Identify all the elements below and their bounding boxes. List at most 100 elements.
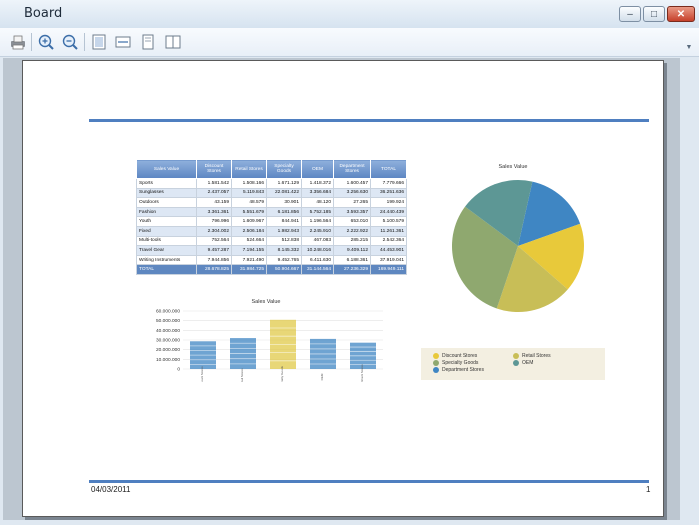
table-cell: 524.664 — [231, 235, 267, 247]
y-tick-label: 20.000.000 — [156, 347, 180, 353]
table-row: Travel Gear 9.457.287 7.194.155 8.145.332 10… — [136, 245, 407, 256]
legend-label: Retail Stores — [522, 353, 551, 359]
maximize-icon: □ — [650, 8, 658, 20]
table-cell: 512.838 — [266, 235, 302, 247]
table-cell: 36.251.636 — [370, 187, 407, 199]
footer-date: 04/03/2011 — [91, 485, 131, 494]
table-cell: 844.941 — [266, 216, 302, 227]
window-title: Board — [24, 6, 63, 21]
table-cell: 2.542.364 — [370, 235, 407, 247]
table-row: Sports 1.581.542 1.508.166 1.671.129 1.418.3… — [136, 178, 407, 189]
table-cell: 796.996 — [196, 216, 232, 227]
zoom-out-icon — [62, 34, 78, 50]
y-tick-label: 40.000.000 — [156, 328, 180, 334]
two-page-button[interactable] — [163, 32, 183, 52]
table-cell: 9.457.287 — [196, 245, 232, 256]
table-cell: 8.145.332 — [266, 245, 302, 256]
scroll-down-arrow-icon[interactable]: ▼ — [684, 44, 694, 54]
print-icon — [11, 35, 25, 50]
zoom-out-button[interactable] — [60, 32, 80, 52]
row-label: Fixed — [136, 225, 197, 237]
table-cell: 43.159 — [196, 197, 232, 208]
y-tick-label: 0 — [177, 367, 180, 373]
x-tick-label: Department Stores — [360, 364, 364, 382]
pie-chart-title: Sales Value — [498, 164, 528, 170]
table-cell: 37.919.041 — [370, 254, 407, 266]
row-label: Writing Instruments — [136, 254, 197, 266]
legend-item: Specialty Goods — [433, 360, 478, 366]
maximize-button[interactable]: □ — [643, 6, 665, 22]
row-label: Travel Gear — [136, 245, 197, 256]
one-page-icon — [142, 34, 154, 50]
table-cell: 48.120 — [301, 197, 334, 208]
table-cell: 5.752.185 — [301, 206, 334, 218]
report-page: Sales Value Discount Stores Retail Store… — [22, 60, 664, 517]
table-cell: 1.982.943 — [266, 225, 302, 237]
table-cell: 3.256.630 — [333, 187, 371, 199]
close-icon: ✕ — [676, 8, 686, 20]
table-cell: 285.215 — [333, 235, 371, 247]
table-cell: 6.181.856 — [266, 206, 302, 218]
close-button[interactable]: ✕ — [667, 6, 695, 22]
table-cell: 11.261.361 — [370, 225, 407, 237]
y-tick-label: 30.000.000 — [156, 338, 180, 344]
table-cell: 2.506.184 — [231, 225, 267, 237]
legend-label: OEM — [522, 360, 534, 366]
legend-label: Specialty Goods — [442, 360, 479, 366]
table-row: Youth 796.996 1.609.967 844.941 1.196.564 653… — [136, 216, 407, 227]
table-cell: 31.144.564 — [301, 264, 334, 275]
toolbar-separator — [31, 33, 32, 51]
table-cell: 1.671.129 — [266, 178, 302, 189]
sales-table: Sales Value Discount Stores Retail Store… — [136, 159, 407, 275]
table-cell: 5.100.579 — [370, 216, 407, 227]
legend-swatch — [513, 353, 519, 359]
table-cell: 1.418.372 — [301, 178, 334, 189]
table-cell: 5.551.679 — [231, 206, 267, 218]
table-cell: 3.356.684 — [301, 187, 334, 199]
table-cell: 199.924 — [370, 197, 407, 208]
pie-chart — [452, 180, 584, 312]
table-cell: 27.265 — [333, 197, 371, 208]
table-cell: 7.944.856 — [196, 254, 232, 266]
table-header-row: Sales Value Discount Stores Retail Store… — [136, 159, 407, 179]
table-row: Multi-tools 752.564 524.664 512.838 467.083 2… — [136, 235, 407, 247]
table-cell: 50.904.667 — [266, 264, 302, 275]
row-label: Fashion — [136, 206, 197, 218]
legend-swatch — [433, 367, 439, 373]
print-button[interactable] — [8, 32, 28, 52]
chart-legend: Discount Stores Retail Stores Specialty … — [421, 348, 605, 380]
table-cell: 1.581.542 — [196, 178, 232, 189]
table-row: Fixed 2.304.002 2.506.184 1.982.943 2.245.91… — [136, 225, 407, 237]
legend-item: OEM — [513, 360, 533, 366]
row-label: Sunglasses — [136, 187, 197, 199]
two-page-icon — [165, 35, 181, 49]
toolbar — [0, 28, 699, 57]
fit-page-button[interactable] — [89, 32, 109, 52]
legend-item: Retail Stores — [513, 353, 551, 359]
table-row: Fashion 3.361.361 5.551.679 6.181.856 5.752.… — [136, 206, 407, 218]
legend-swatch — [433, 360, 439, 366]
row-label: Youth — [136, 216, 197, 227]
bar-chart-title: Sales Value — [251, 299, 281, 305]
column-header: Department Stores — [333, 159, 371, 179]
table-cell: 6.188.361 — [333, 254, 371, 266]
table-cell: 2.222.922 — [333, 225, 371, 237]
table-cell: 44.453.901 — [370, 245, 407, 256]
table-cell: 7.779.666 — [370, 178, 407, 189]
minimize-icon: – — [627, 8, 633, 20]
table-cell: 30.901 — [266, 197, 302, 208]
zoom-in-button[interactable] — [36, 32, 56, 52]
legend-swatch — [433, 353, 439, 359]
table-row: Writing Instruments 7.944.856 7.921.490 9.4… — [136, 254, 407, 266]
fit-width-button[interactable] — [113, 32, 133, 52]
row-label: Outdoors — [136, 197, 197, 208]
table-cell: 31.984.725 — [231, 264, 267, 275]
table-cell: 1.196.564 — [301, 216, 334, 227]
column-header: TOTAL — [370, 159, 407, 179]
x-tick-label: Retail Stores — [240, 368, 244, 382]
y-tick-label: 10.000.000 — [156, 357, 180, 363]
table-cell: 2.437.057 — [196, 187, 232, 199]
minimize-button[interactable]: – — [619, 6, 641, 22]
table-cell: 28.678.825 — [196, 264, 232, 275]
one-page-button[interactable] — [138, 32, 158, 52]
